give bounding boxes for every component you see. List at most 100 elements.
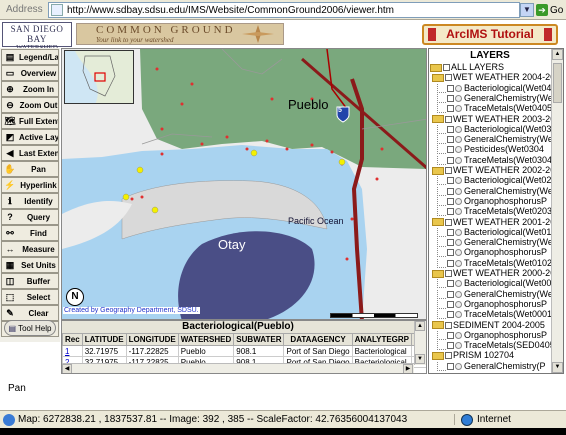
layer-checkbox[interactable] xyxy=(447,125,454,133)
layer-checkbox[interactable] xyxy=(447,362,454,370)
scroll-thumb[interactable] xyxy=(553,63,562,103)
arcims-tutorial-button[interactable]: ArcIMS Tutorial xyxy=(422,24,558,45)
layer-checkbox[interactable] xyxy=(447,259,454,267)
active-layer-radio[interactable] xyxy=(455,239,462,247)
layer-checkbox[interactable] xyxy=(447,208,454,216)
layer-checkbox[interactable] xyxy=(447,342,454,350)
layer-checkbox[interactable] xyxy=(447,249,454,257)
active-layer-radio[interactable] xyxy=(455,331,462,339)
layer-checkbox[interactable] xyxy=(445,321,452,329)
active-layer-radio[interactable] xyxy=(455,105,462,113)
layer-checkbox[interactable] xyxy=(445,167,452,174)
tool-legend-layer-button[interactable]: ▤ Legend/Layer xyxy=(1,49,59,65)
active-layer-radio[interactable] xyxy=(455,187,462,195)
layer-checkbox[interactable] xyxy=(447,331,454,339)
sdb-logo[interactable]: SAN DIEGO BAY WATERSHED PROJECT xyxy=(2,22,72,58)
clear-icon: ✎ xyxy=(6,307,14,318)
layer-checkbox[interactable] xyxy=(447,311,454,319)
tree-connector xyxy=(437,279,446,289)
map-credit: Created by Geography Department, SDSU. xyxy=(63,307,200,314)
record-link[interactable]: 1 xyxy=(65,347,69,356)
chevron-down-icon[interactable]: ▼ xyxy=(520,3,534,17)
layer-checkbox[interactable] xyxy=(447,136,454,144)
active-layer-radio[interactable] xyxy=(455,136,462,144)
tool-label: Measure xyxy=(22,244,55,254)
table-scroll-up-icon[interactable]: ▲ xyxy=(415,321,425,331)
tool-select-button[interactable]: ⬚ Select xyxy=(1,289,59,305)
layer-checkbox[interactable] xyxy=(447,280,454,288)
layer-checkbox[interactable] xyxy=(447,177,454,185)
layer-checkbox[interactable] xyxy=(447,146,454,154)
tool-query-button[interactable]: ? Query xyxy=(1,209,59,225)
go-button[interactable]: ➔ Go xyxy=(536,2,566,18)
active-layer-radio[interactable] xyxy=(455,125,462,133)
layer-item[interactable]: GeneralChemistry(P xyxy=(429,361,551,372)
tool-buffer-button[interactable]: ◫ Buffer xyxy=(1,273,59,289)
layer-checkbox[interactable] xyxy=(445,115,452,123)
active-layer-radio[interactable] xyxy=(455,177,462,185)
tool-full-extent-button[interactable]: 🗺 Full Extent xyxy=(1,113,59,129)
layer-checkbox[interactable] xyxy=(447,156,454,164)
layer-checkbox[interactable] xyxy=(445,74,452,82)
tool-active-layer-button[interactable]: ◩ Active Layer xyxy=(1,129,59,145)
tool-clear-button[interactable]: ✎ Clear xyxy=(1,305,59,321)
layer-checkbox[interactable] xyxy=(447,84,454,92)
scroll-down-icon[interactable]: ▼ xyxy=(552,362,563,373)
layer-checkbox[interactable] xyxy=(447,105,454,113)
layer-checkbox[interactable] xyxy=(447,300,454,308)
tool-identify-button[interactable]: ℹ Identify xyxy=(1,193,59,209)
active-layer-radio[interactable] xyxy=(455,311,462,319)
layer-checkbox[interactable] xyxy=(443,64,450,71)
tree-connector xyxy=(437,341,446,351)
active-layer-radio[interactable] xyxy=(455,208,462,216)
table-scroll-left-icon[interactable]: ◀ xyxy=(62,364,72,373)
go-label: Go xyxy=(550,4,564,16)
layers-scrollbar[interactable]: ▲ ▼ xyxy=(551,49,563,373)
active-layer-radio[interactable] xyxy=(455,84,462,92)
active-layer-radio[interactable] xyxy=(455,342,462,350)
tool-find-button[interactable]: ⚯ Find xyxy=(1,225,59,241)
table-vscrollbar[interactable]: ▲ ▼ xyxy=(414,321,426,365)
active-layer-radio[interactable] xyxy=(455,290,462,298)
tool-overview-button[interactable]: ▭ Overview xyxy=(1,65,59,81)
tree-connector xyxy=(437,176,446,186)
active-layer-radio[interactable] xyxy=(455,156,462,164)
overview-map[interactable] xyxy=(64,50,134,104)
tool-set-units-button[interactable]: ▦ Set Units xyxy=(1,257,59,273)
tool-last-extent-button[interactable]: ◀ Last Extent xyxy=(1,145,59,161)
active-layer-radio[interactable] xyxy=(455,259,462,267)
active-layer-radio[interactable] xyxy=(455,94,462,102)
tool-help-button[interactable]: ▤ Tool Help xyxy=(4,320,56,336)
layer-checkbox[interactable] xyxy=(445,270,452,277)
layer-checkbox[interactable] xyxy=(445,218,452,226)
layer-checkbox[interactable] xyxy=(447,239,454,247)
tool-measure-button[interactable]: ↔ Measure xyxy=(1,241,59,257)
table-scroll-right-icon[interactable]: ▶ xyxy=(403,364,413,373)
layer-checkbox[interactable] xyxy=(447,290,454,298)
layer-checkbox[interactable] xyxy=(447,94,454,102)
scroll-up-icon[interactable]: ▲ xyxy=(552,49,563,60)
tool-label: Buffer xyxy=(26,276,51,286)
layer-checkbox[interactable] xyxy=(447,228,454,236)
tool-zoom-out-button[interactable]: ⊖ Zoom Out xyxy=(1,97,59,113)
tool-pan-button[interactable]: ✋ Pan xyxy=(1,161,59,177)
url-input[interactable]: http://www.sdbay.sdsu.edu/IMS/Website/Co… xyxy=(48,2,520,18)
table-hscrollbar[interactable]: ◀ ▶ xyxy=(62,363,414,373)
active-layer-radio[interactable] xyxy=(455,280,462,288)
active-layer-radio[interactable] xyxy=(455,249,462,257)
layer-checkbox[interactable] xyxy=(445,352,452,360)
common-ground-title: COMMON GROUND xyxy=(96,24,236,36)
tree-connector xyxy=(437,83,446,93)
layer-checkbox[interactable] xyxy=(447,187,454,195)
pacific-ocean-label: Pacific Ocean xyxy=(288,216,344,226)
compass-rose-icon xyxy=(242,25,274,43)
tool-hyperlink-button[interactable]: ⚡ Hyperlink xyxy=(1,177,59,193)
active-layer-radio[interactable] xyxy=(455,228,462,236)
active-layer-radio[interactable] xyxy=(455,300,462,308)
layer-checkbox[interactable] xyxy=(447,197,454,205)
active-layer-radio[interactable] xyxy=(455,146,462,154)
active-layer-radio[interactable] xyxy=(455,197,462,205)
table-scroll-down-icon[interactable]: ▼ xyxy=(415,354,425,364)
active-layer-radio[interactable] xyxy=(455,362,462,370)
tool-zoom-in-button[interactable]: ⊕ Zoom In xyxy=(1,81,59,97)
